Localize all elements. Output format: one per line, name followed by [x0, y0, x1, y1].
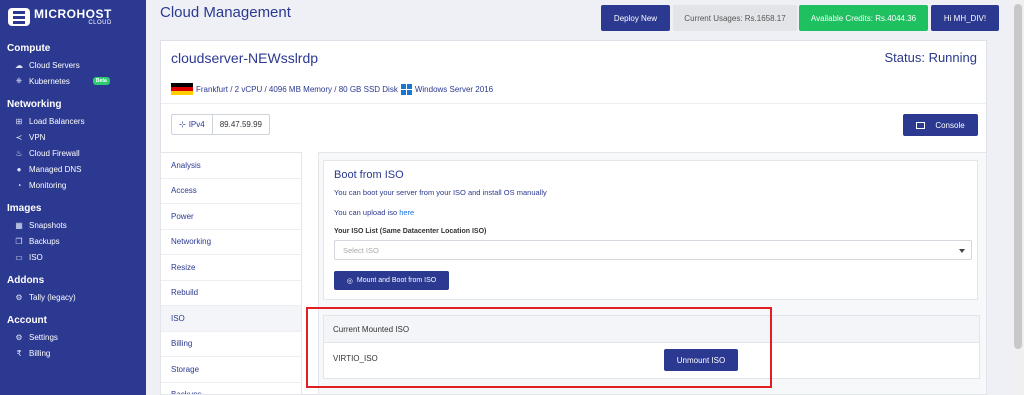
sidebar-item-label: Load Balancers	[29, 116, 85, 126]
sidebar-item-label: ISO	[29, 252, 43, 262]
logo[interactable]: MICROHOST CLOUD	[0, 0, 146, 34]
sidebar-item-kubernetes[interactable]: ⎈ Kubernetes Beta	[0, 73, 146, 89]
gears-icon: ⚙	[15, 292, 23, 302]
menu-item-resize[interactable]: Resize	[161, 255, 301, 281]
rupee-icon: ₹	[16, 348, 22, 358]
iso-list-label: Your ISO List (Same Datacenter Location …	[334, 228, 487, 235]
sidebar-item-iso[interactable]: ▭ ISO	[0, 249, 146, 265]
server-os: Windows Server 2016	[414, 84, 494, 94]
globe-icon: ●	[16, 164, 22, 174]
sidebar-item-snapshots[interactable]: ▦ Snapshots	[0, 217, 146, 233]
sidebar-item-vpn[interactable]: ≺ VPN	[0, 129, 146, 145]
menu-item-rebuild[interactable]: Rebuild	[161, 281, 301, 306]
highlight-box	[306, 307, 772, 388]
sidebar: MICROHOST CLOUD Compute ☁ Cloud Servers …	[0, 0, 146, 395]
sidebar-item-load-balancers[interactable]: ⊞ Load Balancers	[0, 113, 146, 129]
upload-iso-text: You can upload iso here	[334, 208, 414, 217]
sidebar-item-cloud-firewall[interactable]: ♨ Cloud Firewall	[0, 145, 146, 161]
boot-description: You can boot your server from your ISO a…	[334, 188, 547, 197]
sidebar-item-managed-dns[interactable]: ● Managed DNS	[0, 161, 146, 177]
upload-prefix: You can upload iso	[334, 208, 398, 217]
images-icon: ▦	[15, 220, 23, 230]
logo-text: MICROHOST	[34, 6, 112, 21]
menu-item-backups[interactable]: Backups	[161, 383, 301, 394]
sidebar-item-label: VPN	[29, 132, 46, 142]
mount-and-boot-button[interactable]: ◎ Mount and Boot from ISO	[334, 271, 449, 290]
beta-badge: Beta	[92, 77, 110, 85]
sidebar-item-monitoring[interactable]: ◔ Monitoring	[0, 177, 146, 193]
menu-item-analysis[interactable]: Analysis	[161, 153, 301, 179]
user-menu-button[interactable]: Hi MH_DIV!	[931, 5, 999, 31]
sidebar-item-label: Managed DNS	[29, 164, 82, 174]
sidebar-item-label: Monitoring	[29, 180, 67, 190]
section-title-networking: Networking	[7, 99, 62, 110]
page-title: Cloud Management	[160, 4, 291, 21]
server-name: cloudserver-NEWsslrdp	[171, 50, 319, 66]
server-specs: Frankfurt / 2 vCPU / 4096 MB Memory / 80…	[171, 83, 493, 95]
boot-from-iso-card: Boot from ISO You can boot your server f…	[323, 160, 978, 300]
menu-item-access[interactable]: Access	[161, 179, 301, 204]
iso-select-placeholder: Select ISO	[343, 245, 379, 255]
upload-iso-link[interactable]: here	[399, 208, 414, 217]
ip-address-box[interactable]: ⊹ IPv4 89.47.59.99	[171, 114, 270, 135]
sidebar-item-billing[interactable]: ₹ Billing	[0, 345, 146, 361]
section-title-account: Account	[7, 315, 47, 326]
server-status: Status: Running	[884, 50, 977, 65]
ip-type-label: ⊹ IPv4	[172, 115, 213, 134]
microhost-logo-icon	[8, 8, 30, 26]
sidebar-item-label: Cloud Firewall	[29, 148, 80, 158]
ip-address: 89.47.59.99	[219, 120, 262, 129]
cloud-icon: ☁	[15, 60, 23, 70]
page-scrollbar[interactable]	[1012, 0, 1024, 395]
windows-icon	[400, 83, 412, 95]
sidebar-item-label: Settings	[29, 332, 58, 342]
section-title-addons: Addons	[7, 275, 45, 286]
disc-drive-icon: ▭	[15, 252, 23, 262]
sidebar-item-settings[interactable]: ⚙ Settings	[0, 329, 146, 345]
monitor-icon	[916, 121, 926, 129]
disc-icon: ◎	[346, 277, 353, 285]
copy-icon: ❐	[15, 236, 23, 246]
sidebar-item-label: Cloud Servers	[29, 60, 80, 70]
console-label: Console	[935, 120, 965, 130]
kubernetes-icon: ⎈	[15, 76, 23, 85]
current-usage-badge: Current Usages: Rs.1658.17	[673, 5, 797, 31]
divider	[161, 103, 986, 104]
section-title-images: Images	[7, 203, 42, 214]
sidebar-item-label: Snapshots	[29, 220, 67, 230]
deploy-new-button[interactable]: Deploy New	[601, 5, 670, 31]
germany-flag-icon	[171, 83, 193, 95]
server-menu: Analysis Access Power Networking Resize …	[160, 152, 302, 395]
menu-item-storage[interactable]: Storage	[161, 357, 301, 383]
boot-title: Boot from ISO	[334, 169, 404, 181]
menu-item-networking[interactable]: Networking	[161, 230, 301, 255]
network-icon: ⊹	[179, 120, 186, 129]
ip-type: IPv4	[188, 120, 205, 129]
fire-icon: ♨	[15, 148, 23, 158]
sidebar-item-label: Kubernetes	[29, 76, 70, 86]
sidebar-item-tally[interactable]: ⚙ Tally (legacy)	[0, 289, 146, 305]
sidebar-item-label: Backups	[29, 236, 60, 246]
console-button[interactable]: Console	[903, 114, 978, 136]
gauge-icon: ◔	[16, 180, 22, 190]
menu-item-power[interactable]: Power	[161, 204, 301, 230]
mount-label: Mount and Boot from ISO	[356, 277, 437, 284]
share-icon: ≺	[15, 132, 23, 142]
scrollbar-thumb[interactable]	[1014, 4, 1022, 349]
iso-select[interactable]: Select ISO	[334, 240, 972, 260]
sidebar-item-label: Tally (legacy)	[29, 292, 76, 302]
sidebar-item-backups[interactable]: ❐ Backups	[0, 233, 146, 249]
server-spec-text: Frankfurt / 2 vCPU / 4096 MB Memory / 80…	[196, 84, 398, 94]
section-title-compute: Compute	[7, 43, 51, 54]
sidebar-item-label: Billing	[29, 348, 51, 358]
gears-icon: ⚙	[15, 332, 23, 342]
sidebar-item-cloud-servers[interactable]: ☁ Cloud Servers	[0, 57, 146, 73]
menu-item-billing[interactable]: Billing	[161, 332, 301, 357]
caret-down-icon	[959, 249, 965, 253]
sitemap-icon: ⊞	[15, 116, 23, 126]
menu-item-iso[interactable]: ISO	[161, 306, 301, 332]
available-credits-button[interactable]: Available Credits: Rs.4044.36	[799, 5, 928, 31]
